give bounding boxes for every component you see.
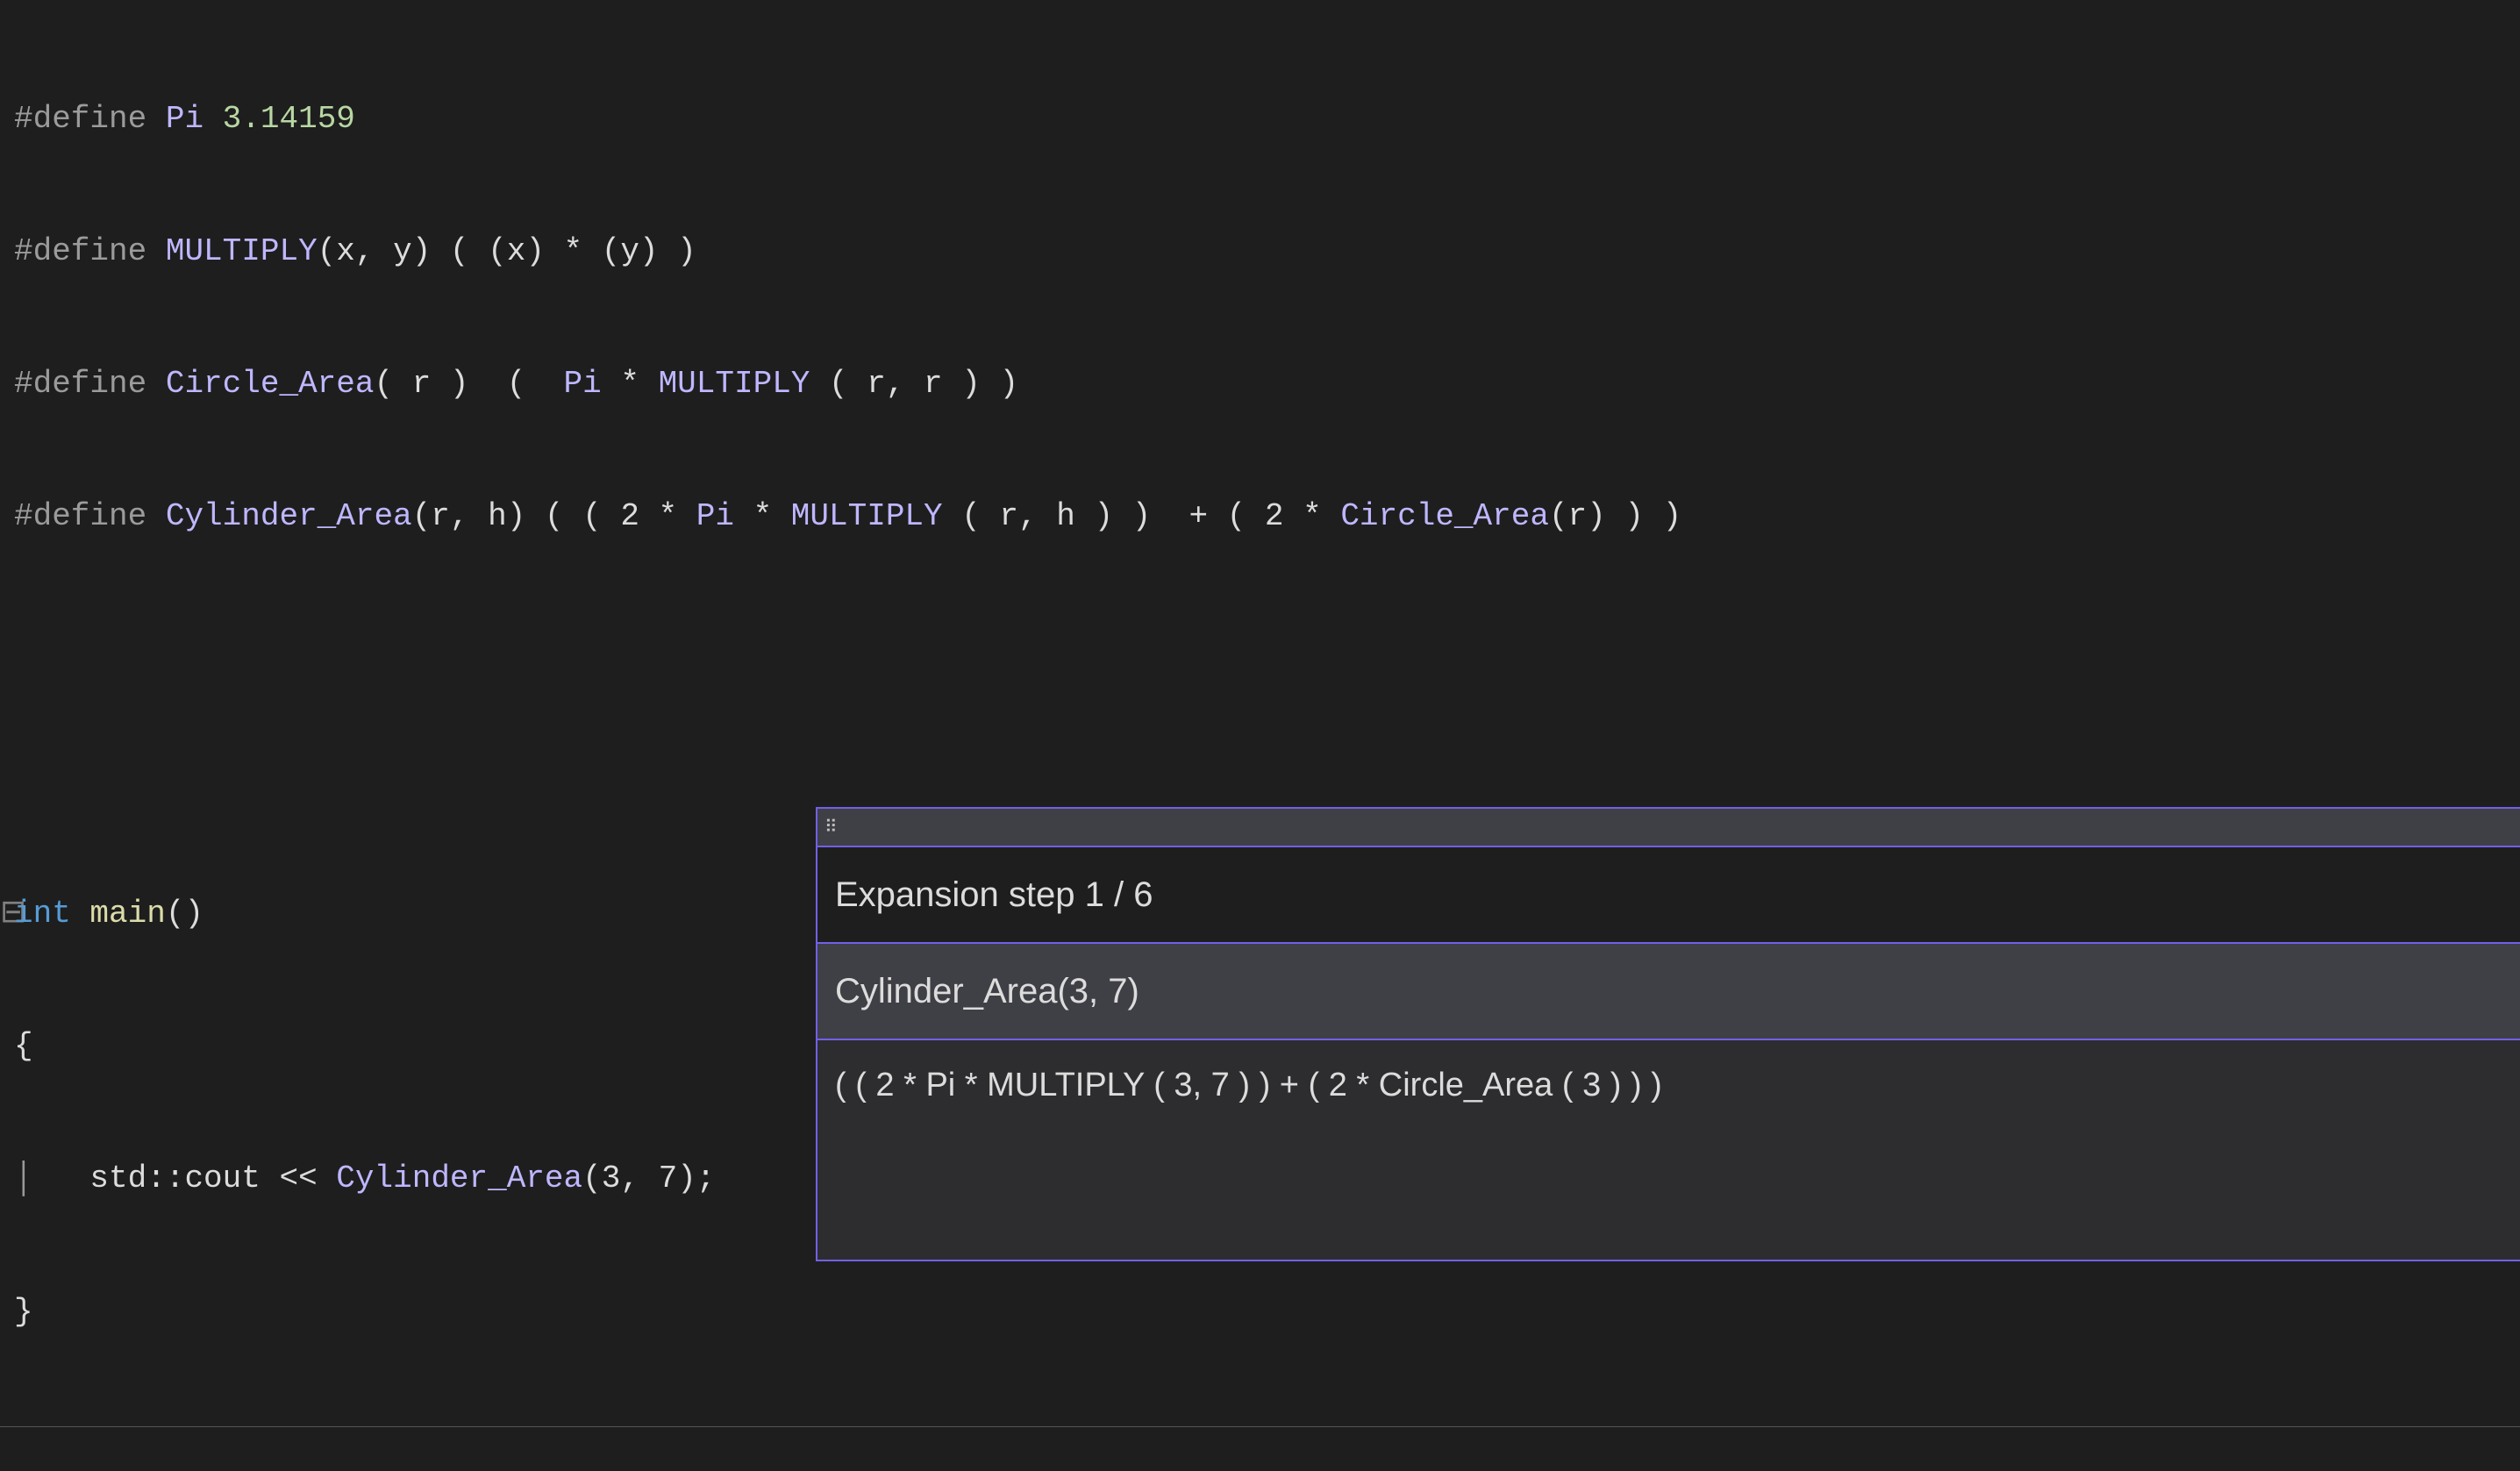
popup-titlebar[interactable]: ⠿ — [817, 809, 2520, 847]
macro-params: (x, y) — [318, 233, 432, 269]
preprocessor-keyword: #define — [14, 366, 146, 402]
blank-line — [0, 627, 2520, 671]
code-line-3[interactable]: #define Circle_Area( r ) ( Pi * MULTIPLY… — [0, 362, 2520, 406]
drag-grip-icon[interactable]: ⠿ — [825, 816, 839, 839]
macro-params: ( r ) — [374, 366, 468, 402]
preprocessor-keyword: #define — [14, 101, 146, 137]
numeric-literal: 3.14159 — [223, 101, 355, 137]
blank-line — [0, 760, 2520, 803]
type-keyword: int — [14, 896, 71, 932]
macro-identifier: Circle_Area — [166, 366, 375, 402]
macro-identifier: MULTIPLY — [166, 233, 318, 269]
code-line-2[interactable]: #define MULTIPLY(x, y) ( (x) * (y) ) — [0, 230, 2520, 274]
popup-expansion-result: ( ( 2 * Pi * MULTIPLY ( 3, 7 ) ) + ( 2 *… — [817, 1040, 2520, 1260]
popup-step-header: Expansion step 1 / 6 — [817, 847, 2520, 944]
code-line-1[interactable]: #define Pi 3.14159 — [0, 97, 2520, 141]
function-name: main — [89, 896, 165, 932]
preprocessor-keyword: #define — [14, 233, 146, 269]
macro-params: (r, h) — [412, 498, 526, 534]
macro-identifier: Cylinder_Area — [166, 498, 412, 534]
macro-expansion-popup: ⠿ Expansion step 1 / 6 — [816, 807, 2520, 1261]
macro-call: Cylinder_Area — [336, 1160, 582, 1196]
popup-macro-call: Cylinder_Area(3, 7) — [817, 944, 2520, 1040]
macro-body: ( (x) * (y) ) — [431, 233, 696, 269]
macro-identifier: Pi — [166, 101, 203, 137]
code-line-4[interactable]: #define Cylinder_Area(r, h) ( ( 2 * Pi *… — [0, 495, 2520, 539]
code-line-brace-close[interactable]: } — [0, 1290, 2520, 1334]
preprocessor-keyword: #define — [14, 498, 146, 534]
collapse-marker[interactable]: ⊟ — [0, 892, 14, 936]
expansion-step-label: Expansion step 1 / 6 — [835, 875, 1153, 915]
end-of-code-divider — [0, 1426, 2520, 1427]
